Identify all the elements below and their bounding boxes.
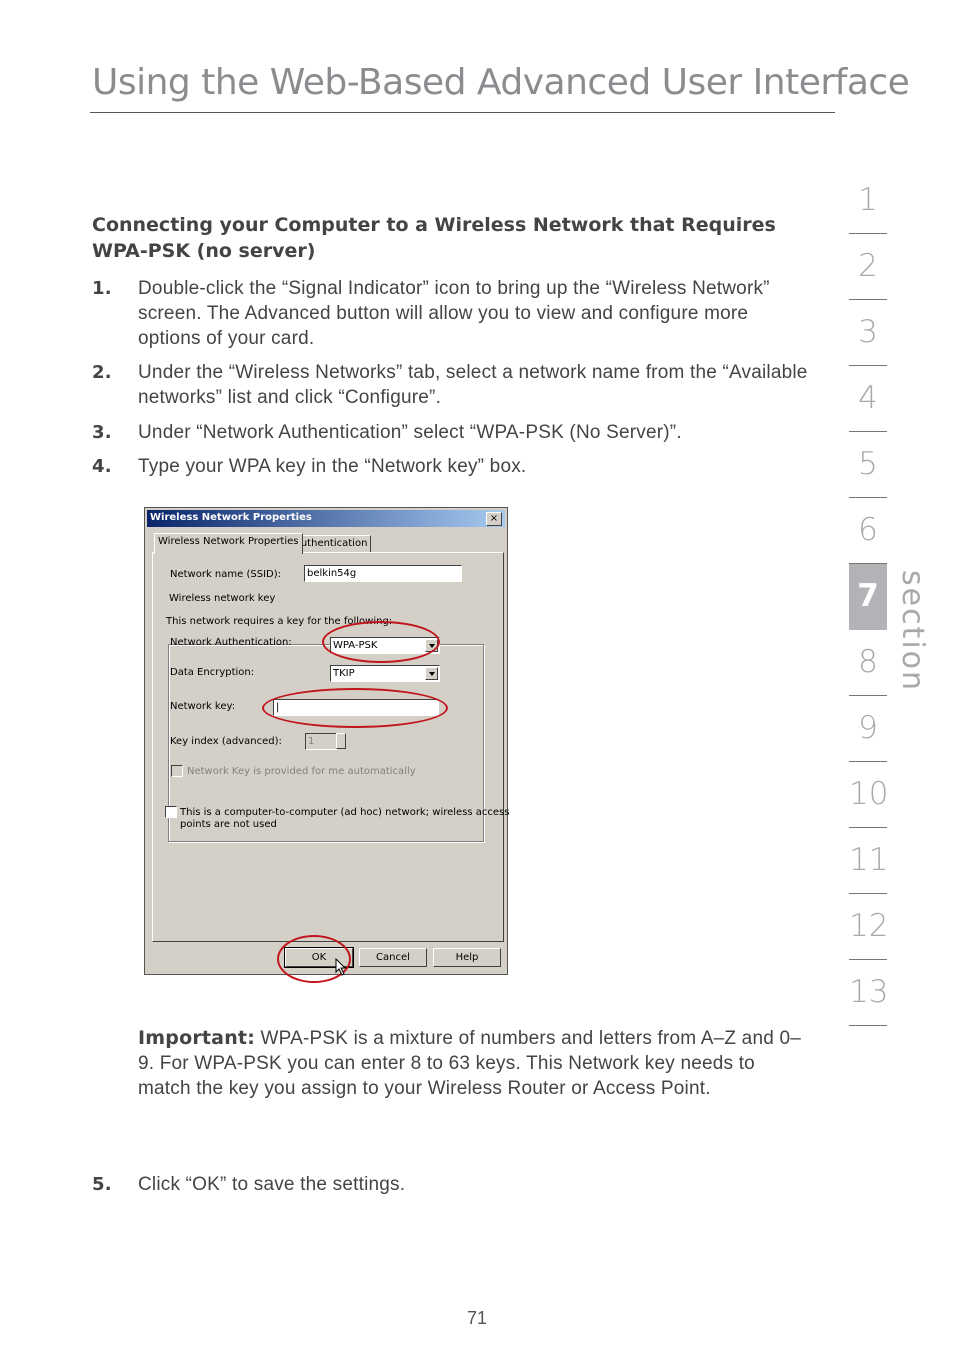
- section-number: 8: [858, 644, 878, 680]
- section-number: 3: [858, 314, 878, 350]
- section-item-4[interactable]: 4: [849, 366, 887, 432]
- step-text: Under the “Wireless Networks” tab, selec…: [138, 362, 808, 408]
- network-key-highlight-oval: [262, 688, 448, 728]
- step-number: 1.: [92, 278, 112, 299]
- step-text: Double-click the “Signal Indicator” icon…: [138, 278, 770, 349]
- section-number: 1: [858, 182, 878, 218]
- help-button[interactable]: Help: [433, 948, 501, 967]
- adhoc-checkbox[interactable]: [165, 806, 177, 818]
- auth-highlight-oval: [322, 621, 440, 663]
- auth-label: Network Authentication:: [170, 637, 292, 648]
- step-number: 3.: [92, 422, 112, 443]
- section-number: 11: [849, 842, 889, 878]
- section-item-6[interactable]: 6: [849, 498, 887, 564]
- section-number: 7: [857, 578, 879, 614]
- network-key-label: Network key:: [170, 701, 236, 712]
- important-note: Important: WPA-PSK is a mixture of numbe…: [138, 1026, 803, 1101]
- section-item-7-active[interactable]: 7: [849, 564, 887, 630]
- key-index-input[interactable]: 1: [305, 733, 337, 750]
- section-number: 6: [858, 512, 878, 548]
- section-number: 9: [858, 710, 878, 746]
- step-number: 5.: [92, 1174, 112, 1195]
- step-number: 4.: [92, 456, 112, 477]
- section-number: 4: [858, 380, 878, 416]
- ssid-label: Network name (SSID):: [170, 569, 281, 580]
- section-item-11[interactable]: 11: [849, 828, 889, 894]
- header-rule: [90, 112, 835, 113]
- page-header-title: Using the Web-Based Advanced User Interf…: [92, 62, 910, 103]
- key-index-spinner[interactable]: [336, 733, 346, 749]
- section-item-12[interactable]: 12: [849, 894, 889, 960]
- page-number: 71: [466, 1308, 488, 1328]
- step-text: Click “OK” to save the settings.: [138, 1174, 406, 1195]
- adhoc-label-line1: This is a computer-to-computer (ad hoc) …: [180, 807, 510, 818]
- auto-key-checkbox[interactable]: [171, 765, 183, 777]
- step-text: Type your WPA key in the “Network key” b…: [138, 456, 527, 477]
- close-icon[interactable]: ×: [486, 512, 502, 526]
- dialog-title: Wireless Network Properties: [150, 512, 312, 523]
- section-number: 12: [849, 908, 889, 944]
- section-item-3[interactable]: 3: [849, 300, 887, 366]
- dialog-panel: Network name (SSID): belkin54g Wireless …: [152, 552, 510, 942]
- section-number: 13: [849, 974, 889, 1010]
- ssid-input[interactable]: belkin54g: [304, 565, 462, 582]
- encryption-label: Data Encryption:: [170, 667, 255, 678]
- tab-wireless-network-properties[interactable]: Wireless Network Properties: [154, 533, 303, 554]
- important-label: Important:: [138, 1027, 256, 1049]
- section-heading: Connecting your Computer to a Wireless N…: [92, 214, 776, 262]
- section-item-13[interactable]: 13: [849, 960, 889, 1026]
- section-number: 2: [858, 248, 878, 284]
- section-item-1[interactable]: 1: [849, 168, 887, 234]
- chevron-down-icon[interactable]: [425, 667, 438, 680]
- encryption-value: TKIP: [333, 668, 355, 679]
- section-word: section: [895, 570, 930, 693]
- step-text: Under “Network Authentication” select “W…: [138, 422, 682, 443]
- section-item-10[interactable]: 10: [849, 762, 889, 828]
- group-label: Wireless network key: [167, 593, 278, 604]
- auto-key-label: Network Key is provided for me automatic…: [187, 766, 416, 777]
- wireless-network-properties-dialog: Wireless Network Properties × Wireless N…: [144, 507, 510, 975]
- section-item-2[interactable]: 2: [849, 234, 887, 300]
- cancel-button[interactable]: Cancel: [359, 948, 427, 967]
- section-item-8[interactable]: 8: [849, 630, 887, 696]
- adhoc-label-line2: points are not used: [180, 819, 277, 830]
- section-item-9[interactable]: 9: [849, 696, 887, 762]
- encryption-select[interactable]: TKIP: [330, 665, 440, 682]
- mouse-cursor-icon: [335, 958, 347, 976]
- section-number: 5: [858, 446, 878, 482]
- key-index-label: Key index (advanced):: [170, 736, 282, 747]
- step-number: 2.: [92, 362, 112, 383]
- section-number: 10: [849, 776, 889, 812]
- section-item-5[interactable]: 5: [849, 432, 887, 498]
- dialog-titlebar: Wireless Network Properties ×: [147, 510, 505, 527]
